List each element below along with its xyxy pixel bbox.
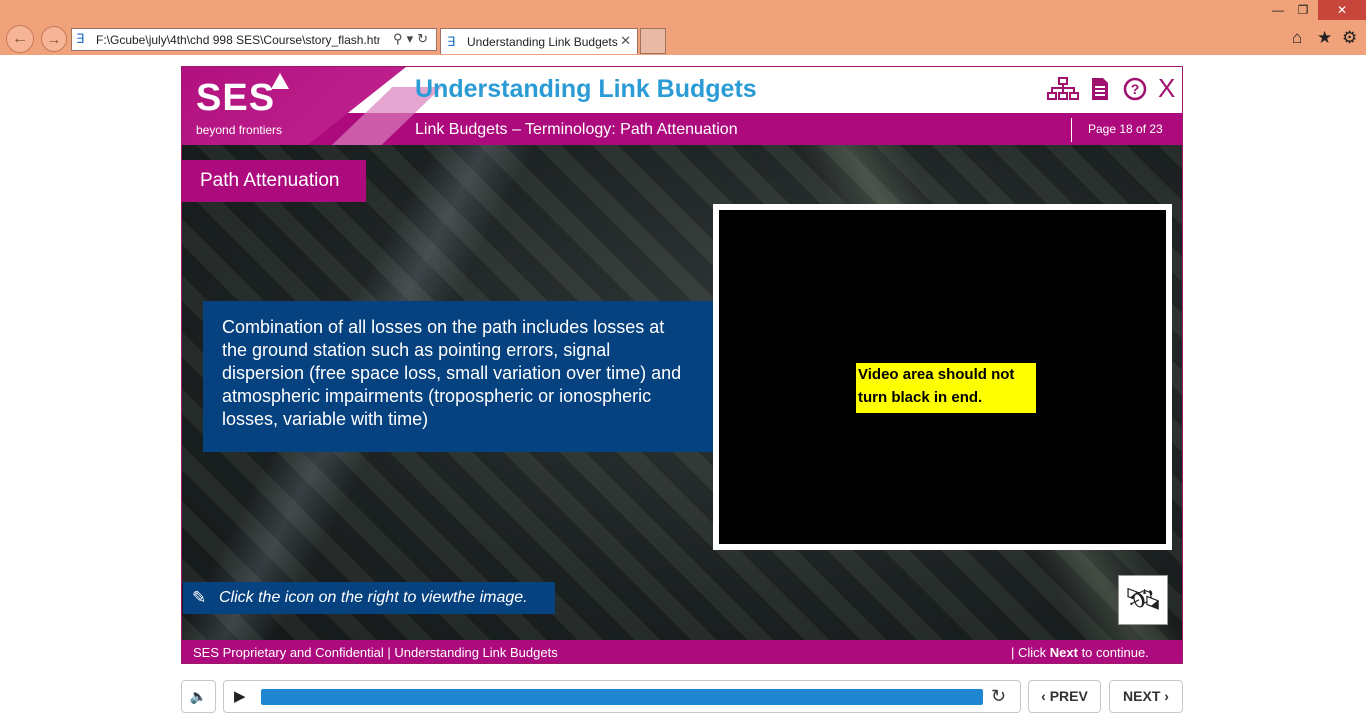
close-icon[interactable]: X	[1158, 75, 1175, 101]
tab-title: Understanding Link Budgets	[467, 35, 618, 49]
view-image-button[interactable]: 🛰	[1118, 575, 1168, 625]
divider	[1071, 118, 1072, 142]
document-icon[interactable]	[1090, 77, 1110, 106]
back-button[interactable]: ←	[6, 25, 34, 53]
help-icon[interactable]: ?	[1123, 77, 1147, 106]
forward-arrow-icon: →	[47, 31, 61, 47]
svg-text:?: ?	[1131, 81, 1140, 97]
pointer-hand-icon: ✎	[192, 588, 207, 607]
page-indicator: Page 18 of 23	[1088, 122, 1163, 136]
search-icon[interactable]: ⚲	[393, 31, 407, 46]
review-note: Video area should not turn black in end.	[856, 363, 1036, 413]
footer-instruction: | Click Next to continue.	[1011, 645, 1149, 660]
ie-page-icon: ∃	[76, 31, 85, 46]
ses-logo: SES	[196, 77, 276, 119]
gear-icon[interactable]: ⚙	[1342, 28, 1357, 48]
play-icon[interactable]: ▶	[234, 687, 246, 705]
tab-understanding-link-budgets[interactable]: ∃ Understanding Link Budgets ✕	[440, 28, 638, 54]
replay-icon[interactable]: ↻	[991, 686, 1006, 707]
browser-chrome: ← → ∃ F:\Gcube\july\4th\chd 998 SES\Cour…	[0, 0, 1366, 55]
seek-bar-container: ▶ ↻	[223, 680, 1021, 713]
window-close-button[interactable]: ✕	[1318, 0, 1366, 20]
volume-button[interactable]: 🔈	[181, 680, 216, 713]
home-icon[interactable]: ⌂	[1292, 28, 1302, 48]
address-text[interactable]: F:\Gcube\july\4th\chd 998 SES\Course\sto…	[96, 33, 380, 47]
satellite-icon: 🛰	[1123, 583, 1163, 616]
refresh-icon[interactable]: ↻	[417, 31, 432, 46]
page-subtitle: Link Budgets – Terminology: Path Attenua…	[415, 121, 738, 138]
ie-tab-icon: ∃	[447, 34, 456, 49]
body-text-box: Combination of all losses on the path in…	[203, 301, 713, 452]
back-arrow-icon: ←	[12, 30, 28, 47]
sitemap-icon[interactable]	[1047, 77, 1079, 106]
address-bar[interactable]: ∃ F:\Gcube\july\4th\chd 998 SES\Course\s…	[71, 28, 437, 51]
forward-button[interactable]: →	[41, 26, 67, 52]
progress-bar[interactable]	[261, 689, 983, 705]
footer: SES Proprietary and Confidential | Under…	[182, 640, 1182, 663]
logo-tagline: beyond frontiers	[196, 123, 283, 137]
chevron-left-icon: ‹	[1041, 688, 1046, 704]
course-title: Understanding Link Budgets	[415, 75, 757, 103]
star-icon[interactable]: ★	[1317, 28, 1332, 48]
next-button[interactable]: NEXT ›	[1109, 680, 1183, 713]
hint-banner: ✎ Click the icon on the right to viewthe…	[183, 582, 555, 614]
footer-confidential: SES Proprietary and Confidential | Under…	[193, 645, 558, 660]
tab-close-icon[interactable]: ✕	[620, 33, 631, 49]
volume-icon: 🔈	[189, 688, 208, 704]
new-tab-button[interactable]	[640, 28, 666, 54]
restore-button[interactable]: ❐	[1283, 0, 1323, 20]
prev-button[interactable]: ‹ PREV	[1028, 680, 1101, 713]
course-player: SES beyond frontiers Understanding Link …	[181, 66, 1183, 664]
dropdown-icon[interactable]: ▾	[407, 31, 418, 46]
logo-triangle-icon	[271, 73, 289, 89]
section-label: Path Attenuation	[182, 160, 366, 202]
hint-text: Click the icon on the right to viewthe i…	[219, 589, 528, 606]
chevron-right-icon: ›	[1164, 688, 1169, 704]
